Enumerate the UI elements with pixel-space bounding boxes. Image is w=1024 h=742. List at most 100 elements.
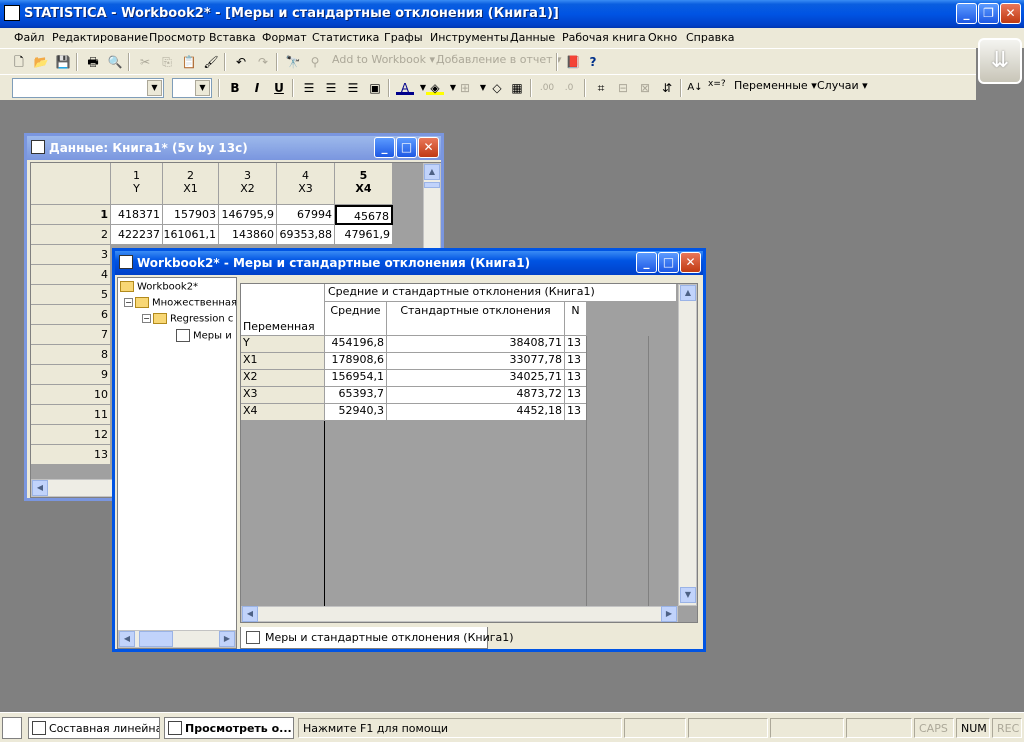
new-icon[interactable]: 🗋 <box>10 53 28 71</box>
row-header[interactable]: 8 <box>31 345 111 365</box>
decrease-decimal-icon[interactable]: .0 <box>560 79 578 97</box>
undo-icon[interactable]: ↶ <box>232 53 250 71</box>
collapse-icon[interactable]: − <box>124 298 133 307</box>
row-header[interactable]: 3 <box>31 245 111 265</box>
column-header[interactable]: 5 X4 <box>335 163 393 205</box>
results-vertical-scrollbar[interactable]: ▲ ▼ <box>678 284 697 606</box>
row-header[interactable]: 10 <box>31 385 111 405</box>
font-color-icon[interactable]: A <box>396 79 414 95</box>
book-icon[interactable]: 📕 <box>564 53 582 71</box>
n-cell[interactable]: 13 <box>565 353 587 370</box>
context-help-icon[interactable]: ? <box>584 53 602 71</box>
row-label[interactable]: X1 <box>241 353 325 370</box>
menu-data[interactable]: Данные <box>510 31 555 44</box>
n-cell[interactable]: 13 <box>565 387 587 404</box>
active-data-cell[interactable]: 45678 <box>335 205 393 225</box>
sort-icon[interactable]: A↓ <box>686 79 704 97</box>
data-cell[interactable]: 422237 <box>111 225 163 245</box>
task-button-linear[interactable]: Составная линейна... <box>28 717 160 739</box>
statistica-app-icon[interactable] <box>4 5 20 21</box>
scroll-right-icon[interactable]: ▶ <box>661 606 677 622</box>
workbook-tree[interactable]: Workbook2* − Множественная − Regression с … <box>117 277 237 649</box>
results-table[interactable]: Переменная Средние и стандартные отклоне… <box>240 283 698 623</box>
align-center-icon[interactable]: ☰ <box>322 79 340 97</box>
copy-icon[interactable]: ⎘ <box>158 53 176 71</box>
row-header[interactable]: 4 <box>31 265 111 285</box>
column-header[interactable]: 1Y <box>111 163 163 205</box>
cut-icon[interactable]: ✂ <box>136 53 154 71</box>
tab-means-sd[interactable]: Меры и стандартные отклонения (Книга1) <box>240 627 514 649</box>
cases-menu[interactable]: Случаи ▾ <box>817 79 868 97</box>
font-name-select[interactable]: ▼ <box>12 78 164 98</box>
mean-cell[interactable]: 156954,1 <box>325 370 387 387</box>
tree-node-root[interactable]: Workbook2* <box>120 281 198 293</box>
formula-hint[interactable]: x=? <box>708 79 726 97</box>
chevron-down-icon[interactable]: ▼ <box>147 80 162 96</box>
format-painter-icon[interactable]: 🖌 <box>202 53 220 71</box>
scroll-right-icon[interactable]: ▶ <box>219 631 235 647</box>
close-button[interactable]: ✕ <box>1000 3 1021 24</box>
data-cell[interactable]: 157903 <box>163 205 219 225</box>
row-header[interactable]: 2 <box>31 225 111 245</box>
paste-icon[interactable]: 📋 <box>180 53 198 71</box>
row-label[interactable]: X3 <box>241 387 325 404</box>
row-header[interactable]: 6 <box>31 305 111 325</box>
n-cell[interactable]: 13 <box>565 404 587 421</box>
scroll-thumb[interactable] <box>139 631 173 647</box>
row-header[interactable]: 11 <box>31 405 111 425</box>
tree-node-means[interactable]: Меры и <box>176 329 232 342</box>
tree-node-regression[interactable]: − Regression с <box>142 313 233 325</box>
data-cell[interactable]: 47961,9 <box>335 225 393 245</box>
fill-color-icon[interactable]: ◈ <box>426 79 444 95</box>
statistica-app-icon[interactable] <box>2 717 22 739</box>
row-label[interactable]: X4 <box>241 404 325 421</box>
sd-cell[interactable]: 38408,71 <box>387 336 565 353</box>
restore-button[interactable]: ❐ <box>978 3 999 24</box>
workbook-maximize-button[interactable]: □ <box>658 252 679 273</box>
data-cell[interactable]: 146795,9 <box>219 205 277 225</box>
column-header-n[interactable]: N <box>565 302 587 336</box>
row-header[interactable]: 1 <box>31 205 111 225</box>
row-header[interactable]: 12 <box>31 425 111 445</box>
increase-decimal-icon[interactable]: .00 <box>538 79 556 97</box>
scroll-left-icon[interactable]: ◀ <box>242 606 258 622</box>
results-horizontal-scrollbar[interactable]: ◀ ▶ <box>241 606 678 622</box>
align-right-icon[interactable]: ☰ <box>344 79 362 97</box>
data-cell[interactable]: 69353,88 <box>277 225 335 245</box>
redo-icon[interactable]: ↷ <box>254 53 272 71</box>
find-icon[interactable]: ⚲ <box>306 53 324 71</box>
variable-specs-icon[interactable]: ⌗ <box>592 79 610 97</box>
data-window-minimize-button[interactable]: _ <box>374 137 395 158</box>
scroll-thumb[interactable] <box>424 182 440 188</box>
add-to-workbook-button[interactable]: Add to Workbook ▾ <box>332 53 435 71</box>
row-header[interactable]: 13 <box>31 445 111 465</box>
workbook-close-button[interactable]: ✕ <box>680 252 701 273</box>
print-icon[interactable]: 🖶 <box>84 53 102 71</box>
menu-window[interactable]: Окно <box>648 31 677 44</box>
data-cell[interactable]: 418371 <box>111 205 163 225</box>
menu-graphs[interactable]: Графы <box>384 31 423 44</box>
bold-button[interactable]: B <box>226 79 244 97</box>
column-header-mean[interactable]: Средние <box>325 302 387 336</box>
menu-tools[interactable]: Инструменты <box>430 31 509 44</box>
data-window-maximize-button[interactable]: □ <box>396 137 417 158</box>
open-icon[interactable]: 📂 <box>32 53 50 71</box>
italic-button[interactable]: I <box>248 79 266 97</box>
tag-icon[interactable]: ◇ <box>488 79 506 97</box>
font-size-select[interactable]: ▼ <box>172 78 212 98</box>
binoculars-icon[interactable]: 🔭 <box>284 53 302 71</box>
collapse-icon[interactable]: − <box>142 314 151 323</box>
task-button-view[interactable]: Просмотреть о... <box>164 717 294 739</box>
print-preview-icon[interactable]: 🔍 <box>106 53 124 71</box>
save-icon[interactable]: 💾 <box>54 53 72 71</box>
sd-cell[interactable]: 4873,72 <box>387 387 565 404</box>
row-label[interactable]: Y <box>241 336 325 353</box>
corner-cell[interactable] <box>31 163 111 205</box>
row-header[interactable]: 9 <box>31 365 111 385</box>
scroll-up-icon[interactable]: ▲ <box>424 164 440 180</box>
row-header[interactable]: 7 <box>31 325 111 345</box>
data-cell[interactable]: 67994 <box>277 205 335 225</box>
add-to-report-button[interactable]: Добавление в отчет ▾ <box>436 53 562 71</box>
workbook-minimize-button[interactable]: _ <box>636 252 657 273</box>
chevron-down-icon[interactable]: ▼ <box>195 80 210 96</box>
